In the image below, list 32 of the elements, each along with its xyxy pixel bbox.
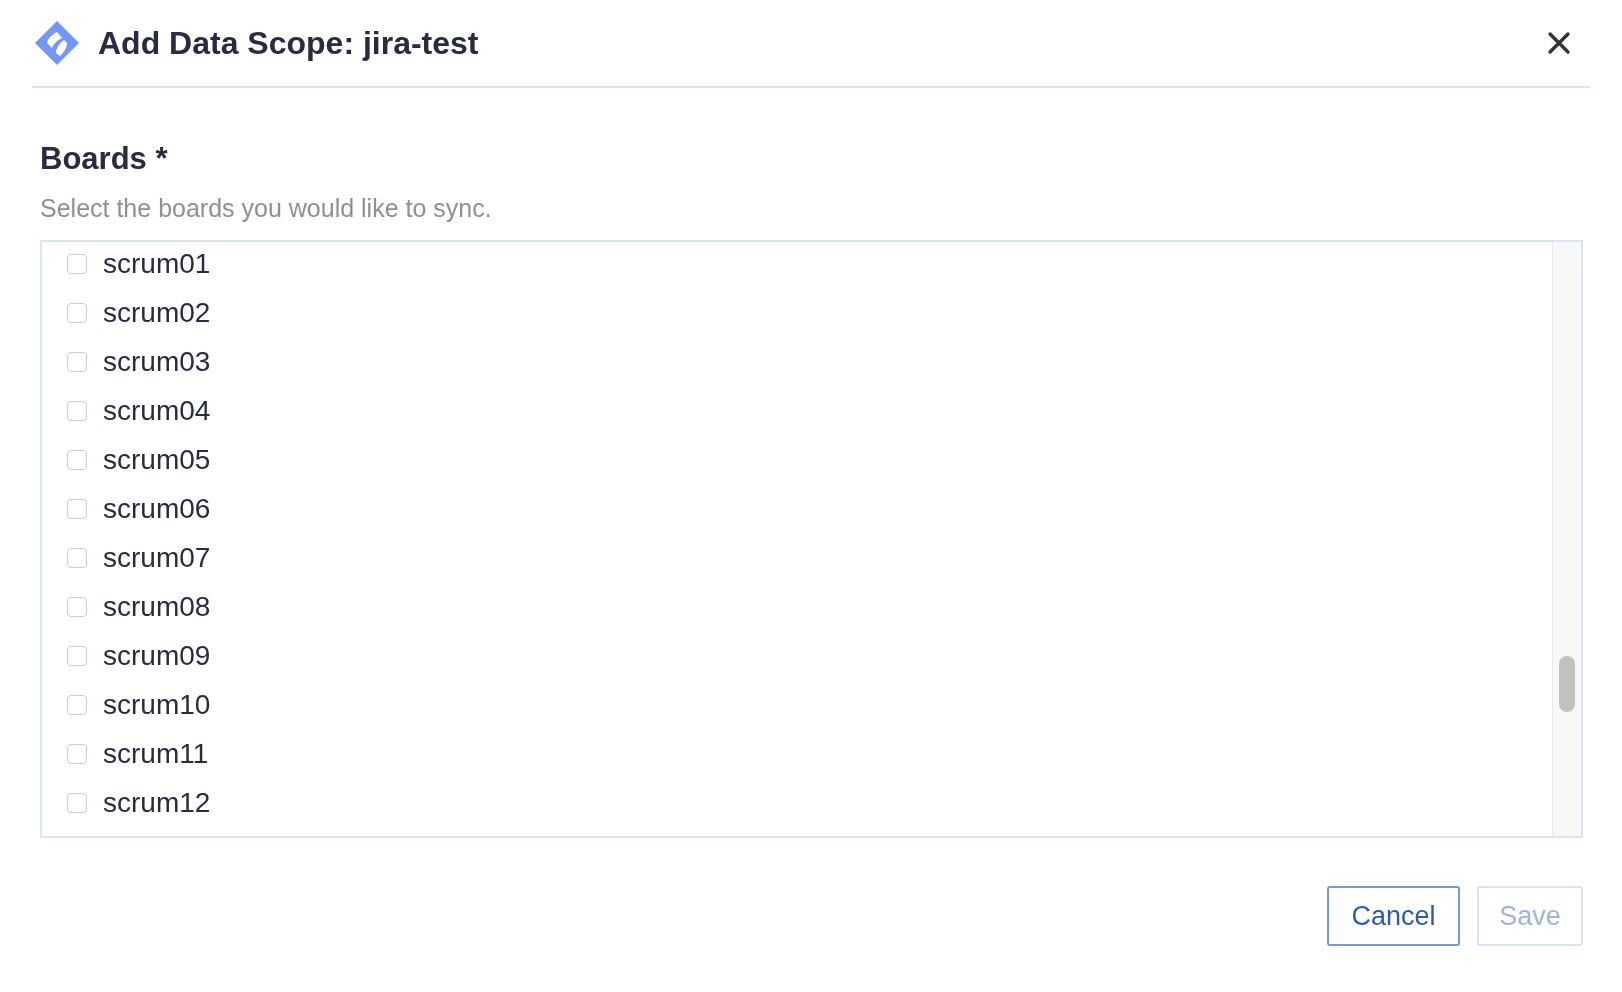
checkbox[interactable]	[67, 694, 87, 715]
cancel-button[interactable]: Cancel	[1327, 886, 1460, 946]
scrollbar-thumb[interactable]	[1559, 656, 1575, 712]
board-name[interactable]: scrum07	[103, 541, 211, 574]
board-name[interactable]: scrum06	[103, 492, 211, 525]
checkbox[interactable]	[67, 400, 87, 421]
scrollbar-track[interactable]	[1552, 242, 1581, 836]
checkbox[interactable]	[67, 743, 87, 764]
checkbox[interactable]	[67, 498, 87, 519]
checkbox[interactable]	[67, 547, 87, 568]
board-name[interactable]: scrum02	[103, 296, 211, 329]
checkbox[interactable]	[67, 596, 87, 617]
help-text: Select the boards you would like to sync.	[40, 193, 493, 223]
board-name[interactable]: scrum04	[103, 394, 211, 427]
board-name[interactable]: scrum10	[103, 688, 211, 721]
logo-icon	[34, 20, 80, 66]
checkbox[interactable]	[67, 792, 87, 813]
board-name[interactable]: scrum12	[103, 786, 211, 819]
dialog-title: Add Data Scope: jira-test	[98, 24, 480, 62]
board-name[interactable]: scrum05	[103, 443, 211, 476]
checkbox[interactable]	[67, 351, 87, 372]
board-name[interactable]: scrum08	[103, 590, 211, 623]
checkbox[interactable]	[67, 302, 87, 323]
board-name[interactable]: scrum01	[103, 247, 211, 280]
field-label: Boards *	[40, 141, 169, 177]
checkbox[interactable]	[67, 253, 87, 274]
close-icon[interactable]	[1546, 30, 1572, 56]
board-name[interactable]: scrum09	[103, 639, 211, 672]
board-name[interactable]: scrum03	[103, 345, 211, 378]
board-name[interactable]: scrum11	[103, 737, 209, 770]
checkbox[interactable]	[67, 449, 87, 470]
checkbox[interactable]	[67, 645, 87, 666]
